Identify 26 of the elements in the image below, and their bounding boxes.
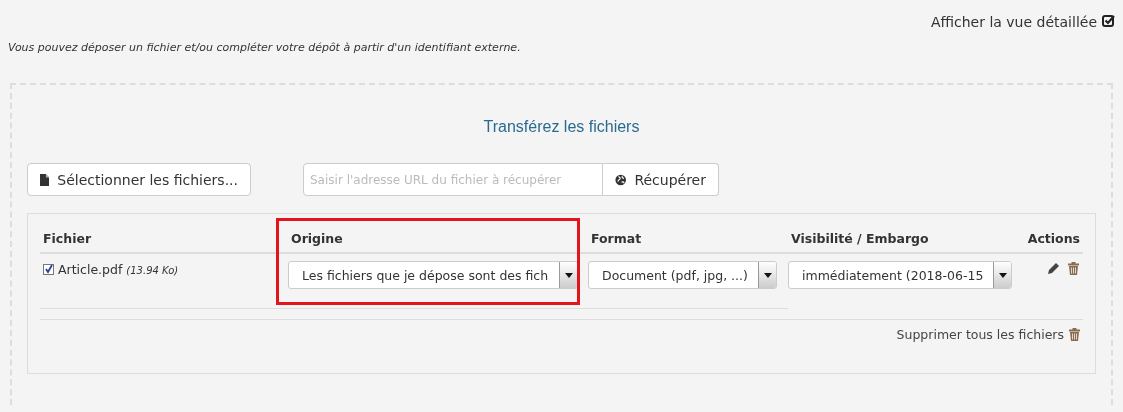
intro-text: Vous pouvez déposer un fichier et/ou compléter votre dépôt à partir d'un identifiant externe. (8, 41, 522, 54)
file-icon (40, 172, 50, 187)
upload-title: Transférez les fichiers (483, 118, 640, 136)
column-header: Origine (291, 231, 343, 246)
origin-select[interactable]: Les fichiers que je dépose sont des fich (288, 261, 578, 289)
column-header: Format (591, 231, 642, 246)
file-name: Article.pdf (13.94 Ko) (40, 261, 288, 280)
trash-icon (1069, 328, 1080, 341)
pencil-icon[interactable] (1047, 262, 1060, 275)
column-header: Actions (1027, 231, 1080, 246)
delete-all-link[interactable]: Supprimer tous les fichiers (896, 327, 1080, 342)
checkbox-icon (1102, 14, 1115, 27)
column-header: Fichier (43, 231, 92, 246)
globe-icon (615, 172, 627, 187)
trash-icon[interactable] (1068, 262, 1079, 275)
caret-icon (998, 272, 1007, 278)
checkbox[interactable] (43, 264, 54, 275)
column-header: Visibilité / Embargo (791, 231, 929, 246)
detail-view-link[interactable]: Afficher la vue détaillée (930, 14, 1115, 30)
format-select[interactable]: Document (pdf, jpg, ...) (588, 261, 777, 289)
visibility-select[interactable]: immédiatement (2018-06-15 (788, 261, 1012, 289)
select-files-button[interactable]: Sélectionner les fichiers... (27, 163, 251, 196)
url-field[interactable]: Saisir l'adresse URL du fichier à récupérer (303, 163, 603, 196)
fetch-button[interactable]: Récupérer (603, 163, 719, 196)
caret-icon (564, 272, 573, 278)
caret-icon (763, 272, 772, 278)
